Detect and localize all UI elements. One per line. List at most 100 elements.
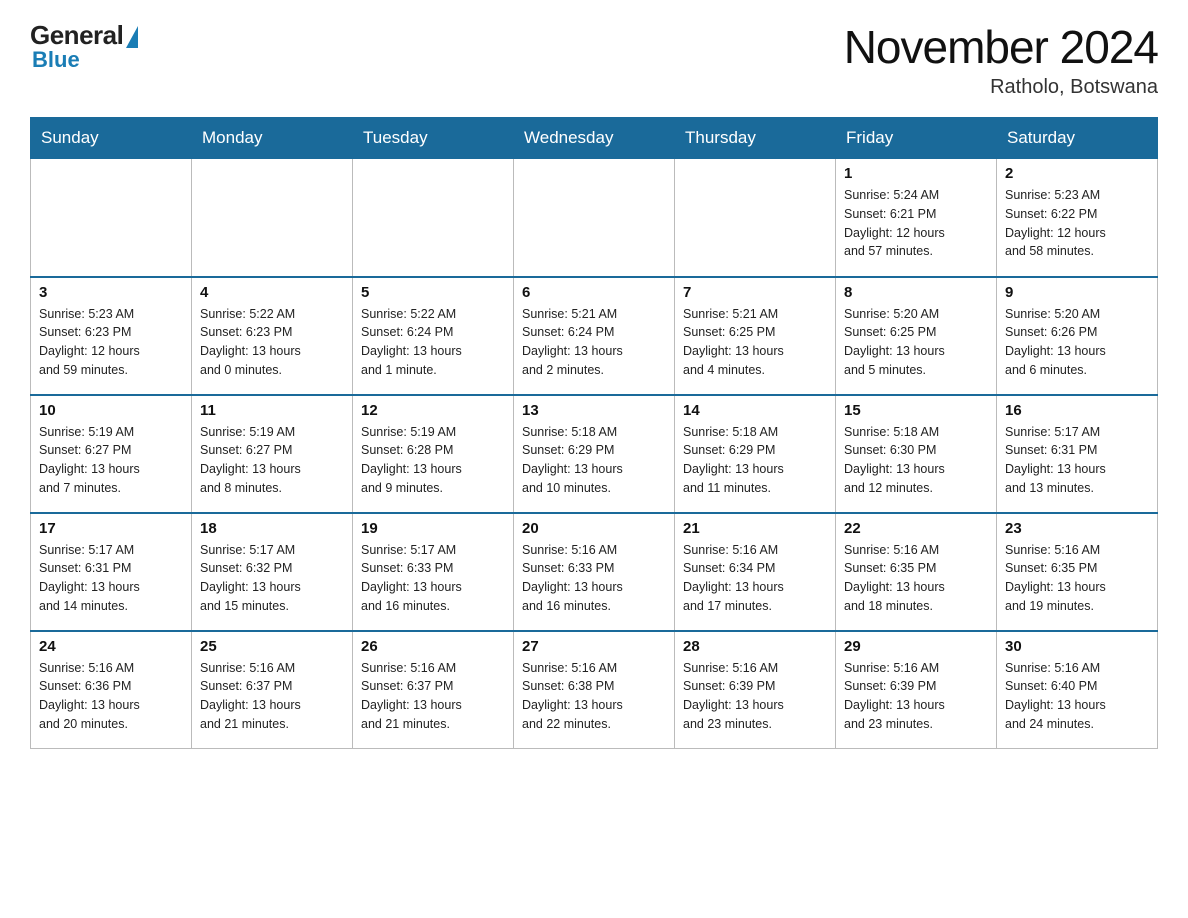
day-info: Sunrise: 5:20 AMSunset: 6:25 PMDaylight:… [844,305,988,380]
day-of-week-header: Friday [836,118,997,159]
calendar-cell: 4 Sunrise: 5:22 AMSunset: 6:23 PMDaylight… [192,277,353,395]
day-info: Sunrise: 5:16 AMSunset: 6:39 PMDaylight:… [683,659,827,734]
calendar-cell: 24Sunrise: 5:16 AMSunset: 6:36 PMDayligh… [31,631,192,749]
calendar-cell: 15 Sunrise: 5:18 AMSunset: 6:30 PMDayligh… [836,395,997,513]
calendar-cell: 27 Sunrise: 5:16 AMSunset: 6:38 PMDayligh… [514,631,675,749]
calendar-cell: 26 Sunrise: 5:16 AMSunset: 6:37 PMDayligh… [353,631,514,749]
calendar-cell: 5 Sunrise: 5:22 AMSunset: 6:24 PMDaylight… [353,277,514,395]
day-number: 23 [1005,520,1149,537]
page-header: General Blue November 2024 Ratholo, Bots… [30,20,1158,99]
logo: General Blue [30,20,138,73]
calendar-cell: 13Sunrise: 5:18 AMSunset: 6:29 PMDayligh… [514,395,675,513]
day-number: 21 [683,520,827,537]
day-number: 29 [844,638,988,655]
calendar-cell: 18 Sunrise: 5:17 AMSunset: 6:32 PMDayligh… [192,513,353,631]
day-of-week-header: Monday [192,118,353,159]
day-info: Sunrise: 5:16 AMSunset: 6:37 PMDaylight:… [361,659,505,734]
day-info: Sunrise: 5:24 AMSunset: 6:21 PMDaylight:… [844,186,988,261]
calendar-cell: 12 Sunrise: 5:19 AMSunset: 6:28 PMDayligh… [353,395,514,513]
calendar-cell: 3Sunrise: 5:23 AMSunset: 6:23 PMDaylight… [31,277,192,395]
day-info: Sunrise: 5:20 AMSunset: 6:26 PMDaylight:… [1005,305,1149,380]
day-of-week-header: Thursday [675,118,836,159]
day-number: 15 [844,402,988,419]
day-info: Sunrise: 5:19 AMSunset: 6:27 PMDaylight:… [200,423,344,498]
calendar-table: SundayMondayTuesdayWednesdayThursdayFrid… [30,117,1158,749]
calendar-cell: 30 Sunrise: 5:16 AMSunset: 6:40 PMDayligh… [997,631,1158,749]
day-info: Sunrise: 5:16 AMSunset: 6:40 PMDaylight:… [1005,659,1149,734]
calendar-cell: 21 Sunrise: 5:16 AMSunset: 6:34 PMDayligh… [675,513,836,631]
day-number: 4 [200,284,344,301]
day-info: Sunrise: 5:17 AMSunset: 6:31 PMDaylight:… [39,541,183,616]
day-number: 5 [361,284,505,301]
calendar-header-row: SundayMondayTuesdayWednesdayThursdayFrid… [31,118,1158,159]
calendar-cell: 10Sunrise: 5:19 AMSunset: 6:27 PMDayligh… [31,395,192,513]
day-info: Sunrise: 5:17 AMSunset: 6:33 PMDaylight:… [361,541,505,616]
day-number: 26 [361,638,505,655]
day-number: 8 [844,284,988,301]
day-number: 28 [683,638,827,655]
day-number: 22 [844,520,988,537]
week-row: 3Sunrise: 5:23 AMSunset: 6:23 PMDaylight… [31,277,1158,395]
calendar-cell: 22 Sunrise: 5:16 AMSunset: 6:35 PMDayligh… [836,513,997,631]
calendar-cell: 19 Sunrise: 5:17 AMSunset: 6:33 PMDayligh… [353,513,514,631]
calendar-cell: 6 Sunrise: 5:21 AMSunset: 6:24 PMDaylight… [514,277,675,395]
day-number: 2 [1005,165,1149,182]
day-info: Sunrise: 5:18 AMSunset: 6:29 PMDaylight:… [683,423,827,498]
week-row: 24Sunrise: 5:16 AMSunset: 6:36 PMDayligh… [31,631,1158,749]
week-row: 1 Sunrise: 5:24 AMSunset: 6:21 PMDaylight… [31,159,1158,277]
day-info: Sunrise: 5:16 AMSunset: 6:38 PMDaylight:… [522,659,666,734]
day-info: Sunrise: 5:16 AMSunset: 6:39 PMDaylight:… [844,659,988,734]
day-info: Sunrise: 5:17 AMSunset: 6:31 PMDaylight:… [1005,423,1149,498]
day-info: Sunrise: 5:23 AMSunset: 6:23 PMDaylight:… [39,305,183,380]
calendar-cell: 28 Sunrise: 5:16 AMSunset: 6:39 PMDayligh… [675,631,836,749]
calendar-cell: 14 Sunrise: 5:18 AMSunset: 6:29 PMDayligh… [675,395,836,513]
calendar-cell: 29 Sunrise: 5:16 AMSunset: 6:39 PMDayligh… [836,631,997,749]
calendar-cell: 17 Sunrise: 5:17 AMSunset: 6:31 PMDayligh… [31,513,192,631]
calendar-cell: 1 Sunrise: 5:24 AMSunset: 6:21 PMDaylight… [836,159,997,277]
calendar-cell: 16Sunrise: 5:17 AMSunset: 6:31 PMDayligh… [997,395,1158,513]
day-info: Sunrise: 5:22 AMSunset: 6:24 PMDaylight:… [361,305,505,380]
day-info: Sunrise: 5:23 AMSunset: 6:22 PMDaylight:… [1005,186,1149,261]
day-number: 30 [1005,638,1149,655]
day-number: 17 [39,520,183,537]
week-row: 17 Sunrise: 5:17 AMSunset: 6:31 PMDayligh… [31,513,1158,631]
day-number: 20 [522,520,666,537]
calendar-cell: 25Sunrise: 5:16 AMSunset: 6:37 PMDayligh… [192,631,353,749]
day-number: 18 [200,520,344,537]
day-info: Sunrise: 5:21 AMSunset: 6:24 PMDaylight:… [522,305,666,380]
day-info: Sunrise: 5:22 AMSunset: 6:23 PMDaylight:… [200,305,344,380]
day-info: Sunrise: 5:16 AMSunset: 6:37 PMDaylight:… [200,659,344,734]
title-block: November 2024 Ratholo, Botswana [844,20,1158,99]
day-info: Sunrise: 5:18 AMSunset: 6:30 PMDaylight:… [844,423,988,498]
day-of-week-header: Sunday [31,118,192,159]
day-info: Sunrise: 5:16 AMSunset: 6:35 PMDaylight:… [1005,541,1149,616]
day-number: 12 [361,402,505,419]
day-number: 19 [361,520,505,537]
day-number: 27 [522,638,666,655]
calendar-cell: 11Sunrise: 5:19 AMSunset: 6:27 PMDayligh… [192,395,353,513]
day-of-week-header: Saturday [997,118,1158,159]
calendar-cell [353,159,514,277]
calendar-cell [31,159,192,277]
day-number: 1 [844,165,988,182]
logo-triangle-icon [126,26,138,48]
calendar-cell: 23 Sunrise: 5:16 AMSunset: 6:35 PMDayligh… [997,513,1158,631]
day-number: 9 [1005,284,1149,301]
calendar-cell: 2 Sunrise: 5:23 AMSunset: 6:22 PMDaylight… [997,159,1158,277]
day-number: 6 [522,284,666,301]
day-info: Sunrise: 5:19 AMSunset: 6:28 PMDaylight:… [361,423,505,498]
calendar-cell: 20 Sunrise: 5:16 AMSunset: 6:33 PMDayligh… [514,513,675,631]
day-info: Sunrise: 5:16 AMSunset: 6:33 PMDaylight:… [522,541,666,616]
day-of-week-header: Wednesday [514,118,675,159]
day-info: Sunrise: 5:16 AMSunset: 6:34 PMDaylight:… [683,541,827,616]
day-info: Sunrise: 5:17 AMSunset: 6:32 PMDaylight:… [200,541,344,616]
calendar-cell [675,159,836,277]
day-info: Sunrise: 5:18 AMSunset: 6:29 PMDaylight:… [522,423,666,498]
day-info: Sunrise: 5:16 AMSunset: 6:35 PMDaylight:… [844,541,988,616]
day-number: 7 [683,284,827,301]
location-subtitle: Ratholo, Botswana [844,76,1158,99]
day-info: Sunrise: 5:21 AMSunset: 6:25 PMDaylight:… [683,305,827,380]
day-number: 10 [39,402,183,419]
day-number: 14 [683,402,827,419]
month-year-title: November 2024 [844,20,1158,74]
